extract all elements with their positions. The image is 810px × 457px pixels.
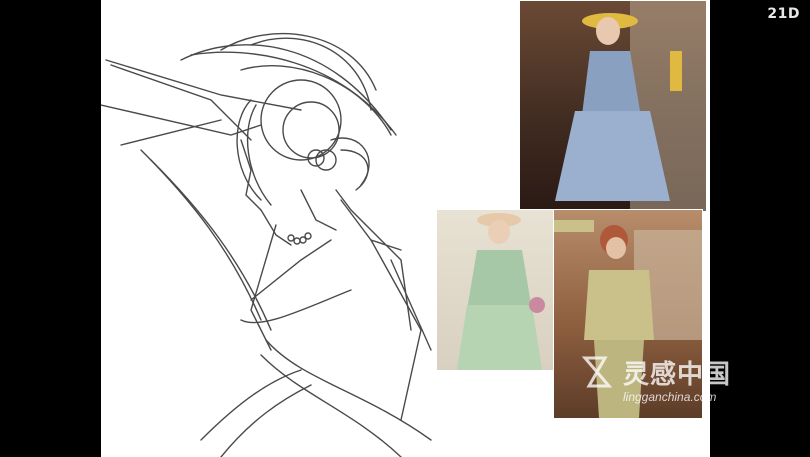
watermark-logo-icon <box>581 356 613 388</box>
reference-photo-green-dress <box>436 209 555 371</box>
reference-photo-blue-dress <box>519 0 707 212</box>
watermark: 灵感中国 lingganchina.com <box>577 352 731 404</box>
watermark-brand: 灵感中国 <box>623 359 732 390</box>
brand-logo: 21D <box>767 6 800 22</box>
watermark-url: lingganchina.com <box>623 390 717 404</box>
